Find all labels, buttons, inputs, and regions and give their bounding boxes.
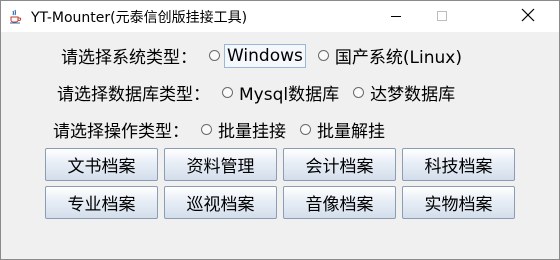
radio-circle[interactable] bbox=[209, 50, 220, 61]
archive-button-professional[interactable]: 专业档案 bbox=[45, 186, 158, 219]
radio-linux-label[interactable]: 国产系统(Linux) bbox=[333, 42, 464, 69]
archive-button-audiovisual[interactable]: 音像档案 bbox=[283, 186, 396, 219]
radio-batch-mount[interactable]: 批量挂接 bbox=[201, 116, 288, 143]
system-type-row: 请选择系统类型： Windows 国产系统(Linux) bbox=[61, 42, 464, 69]
radio-circle[interactable] bbox=[353, 87, 365, 98]
op-type-label: 请选择操作类型： bbox=[53, 122, 189, 142]
archive-button-documents[interactable]: 文书档案 bbox=[45, 148, 158, 181]
radio-mysql-label[interactable]: Mysql数据库 bbox=[237, 79, 341, 106]
radio-mysql[interactable]: Mysql数据库 bbox=[222, 79, 341, 106]
java-cup-icon bbox=[7, 8, 23, 24]
radio-circle[interactable] bbox=[300, 124, 311, 135]
radio-dameng[interactable]: 达梦数据库 bbox=[353, 79, 457, 106]
db-type-row: 请选择数据库类型： Mysql数据库 达梦数据库 bbox=[57, 79, 457, 106]
archive-button-inspection[interactable]: 巡视档案 bbox=[164, 186, 277, 219]
radio-circle[interactable] bbox=[317, 50, 329, 61]
window-title: YT-Mounter(元泰信创版挂接工具) bbox=[31, 10, 248, 26]
radio-circle[interactable] bbox=[222, 87, 233, 98]
radio-linux[interactable]: 国产系统(Linux) bbox=[317, 42, 464, 69]
db-type-label: 请选择数据库类型： bbox=[57, 85, 210, 105]
maximize-icon bbox=[436, 7, 448, 26]
archive-button-technology[interactable]: 科技档案 bbox=[402, 148, 515, 181]
close-button[interactable] bbox=[505, 1, 551, 32]
system-type-label: 请选择系统类型： bbox=[61, 48, 197, 68]
close-icon bbox=[521, 7, 535, 26]
app-window: YT-Mounter(元泰信创版挂接工具) 请选择系统类型： Windows 国… bbox=[0, 0, 560, 260]
radio-windows-label[interactable]: Windows bbox=[224, 43, 306, 68]
radio-windows[interactable]: Windows bbox=[209, 43, 306, 68]
op-type-row: 请选择操作类型： 批量挂接 批量解挂 bbox=[53, 116, 387, 143]
minimize-button[interactable] bbox=[373, 1, 419, 32]
radio-batch-unmount[interactable]: 批量解挂 bbox=[300, 116, 387, 143]
archive-button-materials[interactable]: 资料管理 bbox=[164, 148, 277, 181]
radio-dameng-label[interactable]: 达梦数据库 bbox=[368, 79, 457, 106]
radio-batch-unmount-label[interactable]: 批量解挂 bbox=[315, 116, 387, 143]
radio-circle[interactable] bbox=[201, 124, 212, 135]
archive-button-physical[interactable]: 实物档案 bbox=[402, 186, 515, 219]
radio-batch-mount-label[interactable]: 批量挂接 bbox=[216, 116, 288, 143]
title-bar[interactable]: YT-Mounter(元泰信创版挂接工具) bbox=[1, 1, 559, 32]
archive-button-accounting[interactable]: 会计档案 bbox=[283, 148, 396, 181]
maximize-button[interactable] bbox=[419, 1, 465, 32]
minimize-icon bbox=[390, 7, 402, 26]
archive-button-grid: 文书档案 资料管理 会计档案 科技档案 专业档案 巡视档案 音像档案 实物档案 bbox=[45, 148, 515, 219]
